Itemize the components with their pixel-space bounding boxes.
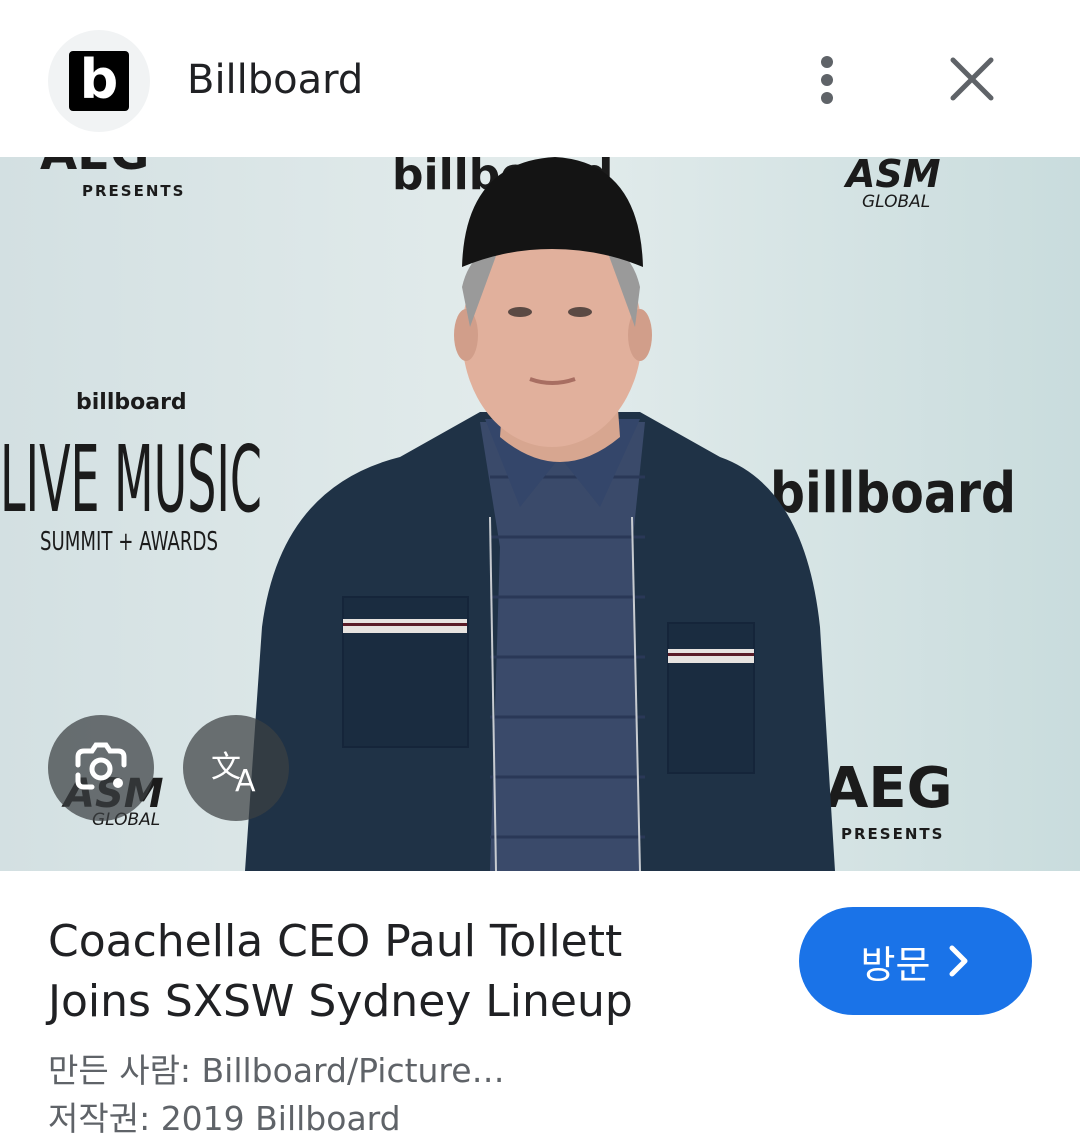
aeg-logo-top: AEG [40, 157, 149, 181]
asm-logo-top: ASM [843, 157, 941, 196]
close-icon [950, 57, 994, 101]
svg-text:A: A [235, 764, 256, 799]
site-name[interactable]: Billboard [187, 57, 363, 103]
image-viewer-header: b Billboard [0, 0, 1080, 157]
live-music-logo: LIVE MUSIC [0, 426, 262, 533]
lens-search-button[interactable] [48, 715, 154, 821]
more-vert-icon [821, 56, 833, 68]
photo-illustration: AEG PRESENTS billboard ASM GLOBAL billbo… [0, 157, 1080, 871]
visit-label: 방문 [860, 942, 931, 987]
chevron-right-icon [949, 945, 968, 977]
title-line-1: Coachella CEO Paul Tollett [48, 916, 623, 967]
billboard-logo-right: billboard [770, 461, 1016, 526]
more-options-button[interactable] [800, 46, 856, 114]
translate-icon: 文 A [211, 750, 256, 799]
image-copyright: 저작권: 2019 Billboard [48, 1099, 401, 1138]
summit-awards-text: SUMMIT + AWARDS [40, 527, 218, 557]
billboard-logo-icon: b [69, 51, 129, 111]
title-line-2: Joins SXSW Sydney Lineup [48, 976, 633, 1027]
article-image[interactable]: AEG PRESENTS billboard ASM GLOBAL billbo… [0, 157, 1080, 871]
translate-button[interactable]: 文 A [183, 715, 289, 821]
article-title[interactable]: Coachella CEO Paul Tollett Joins SXSW Sy… [48, 912, 708, 1032]
presents-text-top: PRESENTS [82, 182, 185, 200]
more-vert-icon-dot [821, 74, 833, 86]
close-button[interactable] [940, 50, 1004, 110]
image-creator: 만든 사람: Billboard/Picture… [48, 1051, 505, 1090]
billboard-logo-small: billboard [76, 390, 187, 415]
visit-button[interactable]: 방문 [799, 907, 1032, 1015]
site-logo[interactable]: b [48, 30, 150, 132]
presents-text-bottom: PRESENTS [841, 825, 944, 843]
more-vert-icon-dot [821, 92, 833, 104]
global-text-top: GLOBAL [862, 192, 930, 212]
lens-camera-icon [75, 742, 127, 790]
aeg-logo-bottom: AEG [825, 756, 953, 821]
